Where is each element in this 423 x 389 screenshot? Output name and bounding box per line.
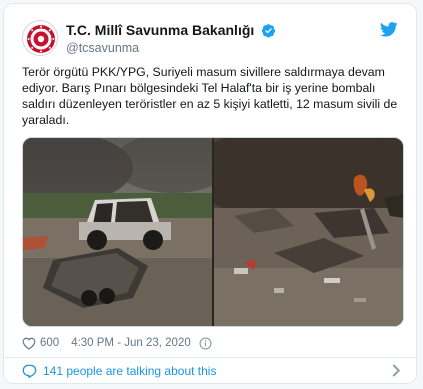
like-count[interactable]: 600 [40, 337, 59, 349]
twitter-bird-icon[interactable] [380, 22, 398, 37]
tweet-meta: 600 4:30 PM - Jun 23, 2020 [22, 335, 212, 351]
ministry-emblem-icon [24, 22, 57, 55]
burnt-car-photo[interactable] [23, 138, 212, 326]
rubble-debris-photo[interactable] [214, 138, 403, 326]
author-handle[interactable]: @tcsavunma [66, 40, 276, 56]
tweet-text: Terör örgütü PKK/YPG, Suriyeli masum siv… [22, 65, 398, 127]
author-block[interactable]: T.C. Millî Savunma Bakanlığı @tcsavunma [66, 22, 276, 56]
author-display-name[interactable]: T.C. Millî Savunma Bakanlığı [66, 22, 254, 38]
verified-badge-icon [261, 24, 276, 38]
comment-bubble-icon [22, 364, 37, 378]
tweet-timestamp[interactable]: 4:30 PM - Jun 23, 2020 [71, 337, 191, 349]
chevron-right-icon[interactable] [392, 364, 400, 377]
burnt-car-illustration [23, 138, 212, 326]
info-icon[interactable] [199, 337, 212, 350]
heart-icon[interactable] [22, 337, 36, 350]
talking-about-label[interactable]: 141 people are talking about this [43, 364, 216, 378]
rubble-debris-illustration [214, 138, 403, 326]
conversation-link[interactable]: 141 people are talking about this [4, 358, 416, 383]
author-display-name-row[interactable]: T.C. Millî Savunma Bakanlığı [66, 22, 276, 39]
tweet-media[interactable] [22, 137, 404, 327]
avatar[interactable] [22, 20, 58, 56]
tweet-card[interactable]: T.C. Millî Savunma Bakanlığı @tcsavunma … [3, 3, 417, 384]
tweet-header: T.C. Millî Savunma Bakanlığı @tcsavunma [22, 18, 402, 58]
